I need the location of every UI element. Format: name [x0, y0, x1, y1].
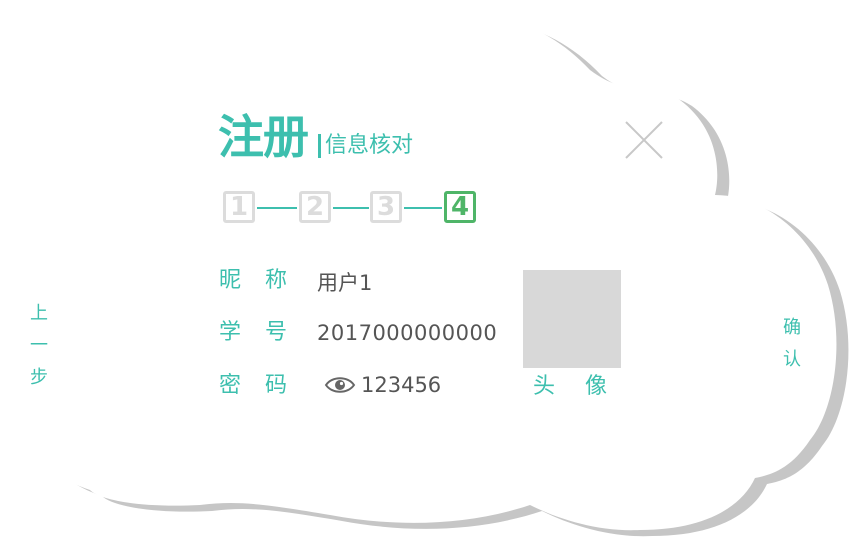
cloud-background: [5, 14, 849, 537]
close-icon: [625, 121, 663, 159]
student-id-value: 2017000000000: [317, 321, 498, 345]
register-dialog: 注册 信息核对 1 2 3 4 昵称 用户1 学号 2017000000000 …: [0, 0, 855, 538]
prev-step-char: 上: [30, 303, 48, 324]
password-label: 密码: [219, 373, 312, 398]
step-connector: [257, 207, 297, 209]
confirm-char: 确: [783, 317, 801, 338]
nickname-label: 昵称: [219, 268, 312, 293]
step-1: 1: [223, 191, 255, 223]
close-button[interactable]: [622, 118, 666, 162]
avatar-image[interactable]: [523, 270, 621, 368]
password-value: 123456: [361, 373, 442, 397]
confirm-char: 认: [783, 349, 801, 370]
step-3: 3: [370, 191, 402, 223]
prev-step-button[interactable]: 上 一 步: [28, 298, 50, 394]
student-id-label: 学号: [219, 320, 312, 345]
title-divider: [318, 134, 321, 158]
eye-icon: [324, 377, 356, 393]
avatar-label: 头像: [533, 374, 638, 399]
nickname-value: 用户1: [317, 271, 373, 295]
show-password-toggle[interactable]: [324, 374, 356, 396]
page-title: 注册: [218, 110, 309, 164]
prev-step-char: 一: [30, 335, 48, 356]
step-connector: [333, 207, 369, 209]
step-connector: [404, 207, 442, 209]
step-4-current: 4: [444, 191, 476, 223]
confirm-button[interactable]: 确 认: [780, 312, 804, 376]
step-2: 2: [299, 191, 331, 223]
prev-step-char: 步: [30, 367, 48, 388]
page-subtitle: 信息核对: [325, 133, 414, 158]
